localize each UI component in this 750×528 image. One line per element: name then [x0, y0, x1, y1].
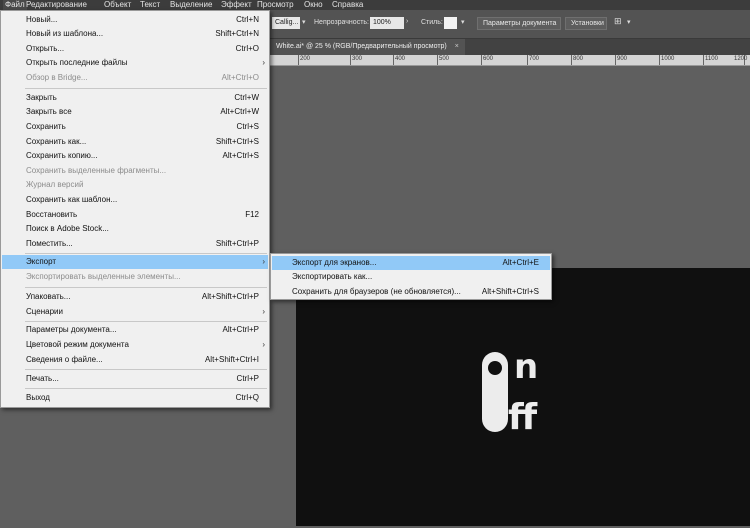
submenu-item-export-for-screens[interactable]: Экспорт для экранов... Alt+Ctrl+E: [272, 256, 550, 270]
menu-item-save-as-template[interactable]: Сохранить как шаблон...: [2, 193, 268, 207]
ruler-tick: 1200: [734, 56, 748, 62]
logo-artwork: n ff: [482, 347, 538, 438]
document-settings-button[interactable]: Параметры документа: [477, 17, 561, 30]
menu-separator: [25, 369, 267, 370]
menu-separator: [25, 88, 267, 89]
ruler-tick: 500: [439, 56, 450, 62]
opacity-input[interactable]: 100%: [370, 17, 404, 29]
logo-toggle-knob: [488, 361, 502, 375]
menu-item-open[interactable]: Открыть... Ctrl+O: [2, 42, 268, 56]
menu-item-place[interactable]: Поместить... Shift+Ctrl+P: [2, 237, 268, 251]
style-label: Стиль:: [421, 19, 443, 26]
chevron-right-icon: ›: [262, 257, 265, 266]
menu-effect[interactable]: Эффект: [221, 0, 252, 10]
menu-item-document-setup[interactable]: Параметры документа... Alt+Ctrl+P: [2, 323, 268, 337]
ruler-tick: 800: [573, 56, 584, 62]
menu-bar: Файл Редактирование Объект Текст Выделен…: [0, 0, 750, 10]
ruler-tick: 200: [300, 56, 311, 62]
chevron-down-icon[interactable]: ▾: [627, 18, 631, 26]
submenu-item-export-as[interactable]: Экспортировать как...: [272, 270, 550, 284]
menu-item-new[interactable]: Новый... Ctrl+N: [2, 13, 268, 27]
menu-item-new-from-template[interactable]: Новый из шаблона... Shift+Ctrl+N: [2, 27, 268, 41]
menu-item-file-info[interactable]: Сведения о файле... Alt+Shift+Ctrl+I: [2, 353, 268, 367]
menu-item-export-selected: Экспортировать выделенные элементы...: [26, 272, 181, 281]
document-tab[interactable]: White.ai* @ 25 % (RGB/Предварительный пр…: [270, 39, 465, 55]
preferences-button[interactable]: Установки: [565, 17, 607, 30]
menu-separator: [25, 287, 267, 288]
menu-view[interactable]: Просмотр: [257, 0, 294, 10]
chevron-right-icon[interactable]: ›: [406, 18, 408, 25]
style-swatch[interactable]: [444, 17, 457, 29]
chevron-right-icon: ›: [262, 340, 265, 349]
ruler-tick: 600: [483, 56, 494, 62]
menu-file[interactable]: Файл: [3, 0, 27, 10]
menu-help[interactable]: Справка: [332, 0, 363, 10]
chevron-right-icon: ›: [262, 307, 265, 316]
menu-item-save[interactable]: Сохранить Ctrl+S: [2, 120, 268, 134]
menu-item-save-copy[interactable]: Сохранить копию... Alt+Ctrl+S: [2, 149, 268, 163]
menu-item-search-adobe-stock[interactable]: Поиск в Adobe Stock...: [2, 222, 268, 236]
menu-item-exit[interactable]: Выход Ctrl+Q: [2, 391, 268, 405]
menu-separator: [25, 253, 267, 254]
menu-item-package[interactable]: Упаковать... Alt+Shift+Ctrl+P: [2, 290, 268, 304]
menu-select[interactable]: Выделение: [170, 0, 212, 10]
menu-item-close[interactable]: Закрыть Ctrl+W: [2, 91, 268, 105]
export-submenu: Экспорт для экранов... Alt+Ctrl+E Экспорт…: [270, 253, 552, 300]
chevron-down-icon[interactable]: ▾: [302, 18, 306, 26]
ruler-tick: 700: [529, 56, 540, 62]
ruler-tick: 300: [352, 56, 363, 62]
menu-type[interactable]: Текст: [140, 0, 160, 10]
menu-separator: [25, 321, 267, 322]
font-field[interactable]: Callig...: [272, 17, 300, 29]
submenu-item-save-for-web[interactable]: Сохранить для браузеров (не обновляется)…: [272, 285, 550, 299]
menu-item-print[interactable]: Печать... Ctrl+P: [2, 372, 268, 386]
document-tab-title: White.ai* @ 25 % (RGB/Предварительный пр…: [276, 43, 447, 50]
ruler-tick: 400: [395, 56, 406, 62]
menu-item-browse-bridge: Обзор в Bridge... Alt+Ctrl+O: [26, 73, 259, 82]
menu-object[interactable]: Объект: [104, 0, 131, 10]
logo-letters-ff: ff: [508, 397, 538, 438]
arrange-icon[interactable]: ⊞: [614, 16, 622, 27]
menu-item-export[interactable]: Экспорт ›: [2, 255, 268, 269]
opacity-label: Непрозрачность:: [314, 19, 369, 26]
close-icon[interactable]: ×: [455, 43, 459, 50]
ruler-tick: 1000: [661, 56, 675, 62]
chevron-right-icon: ›: [262, 58, 265, 67]
menu-item-version-history: Журнал версий: [26, 180, 84, 189]
menu-item-save-as[interactable]: Сохранить как... Shift+Ctrl+S: [2, 135, 268, 149]
menu-item-close-all[interactable]: Закрыть все Alt+Ctrl+W: [2, 105, 268, 119]
artboard[interactable]: n ff: [296, 268, 750, 526]
menu-item-save-selected-slices: Сохранить выделенные фрагменты...: [26, 166, 167, 175]
logo-letter-n: n: [514, 347, 538, 387]
menu-edit[interactable]: Редактирование: [26, 0, 87, 10]
file-menu: Новый... Ctrl+N Новый из шаблона... Shift+…: [0, 10, 270, 408]
menu-separator: [25, 388, 267, 389]
menu-item-revert[interactable]: Восстановить F12: [2, 208, 268, 222]
menu-item-scripts[interactable]: Сценарии ›: [2, 305, 268, 319]
menu-window[interactable]: Окно: [304, 0, 323, 10]
menu-item-document-color-mode[interactable]: Цветовой режим документа ›: [2, 338, 268, 352]
horizontal-ruler: 200 300 400 500 600 700 800 900 1000 110…: [270, 55, 750, 66]
menu-item-open-recent[interactable]: Открыть последние файлы ›: [2, 56, 268, 70]
ruler-tick: 900: [617, 56, 628, 62]
ruler-tick: 1100: [705, 56, 718, 62]
chevron-down-icon[interactable]: ▾: [461, 18, 465, 26]
